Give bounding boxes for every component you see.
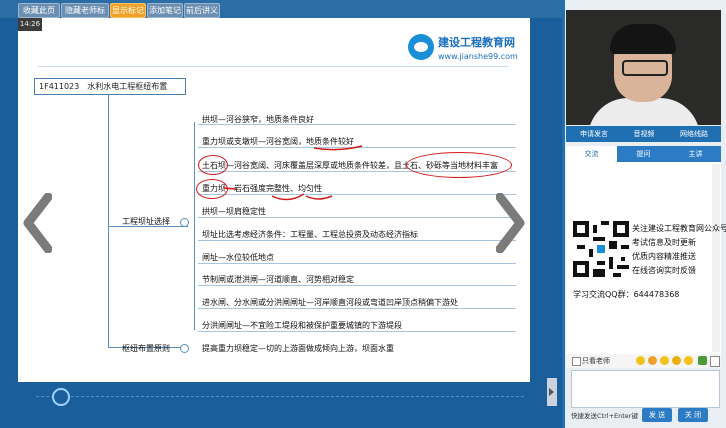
trunk-connector <box>108 95 109 347</box>
qq-group: 学习交流QQ群：644478368 <box>573 290 680 299</box>
slide-canvas: 14:26 建设工程教育网 www.jianshe99.com 1F411023… <box>18 18 530 382</box>
promo-text: 关注建设工程教育网公众号 考试信息及时更新 优质内容精准推送 在线咨询实时反馈 <box>632 222 726 278</box>
flower-icon[interactable] <box>648 356 657 365</box>
branch-layout-principle: 枢纽布置原则 <box>122 344 170 353</box>
show-marks-button[interactable]: 显示标记 <box>110 3 146 18</box>
playback-progress-knob[interactable] <box>52 388 70 406</box>
item-underline <box>198 308 516 309</box>
collapse-layout-icon[interactable] <box>180 344 189 353</box>
prev-slide-arrow-icon[interactable] <box>22 192 53 254</box>
tab-lecturer[interactable]: 主讲 <box>670 146 721 162</box>
item-1: 重力坝或支墩坝—河谷宽阔，地质条件较好 <box>202 137 354 146</box>
picture-icon[interactable] <box>710 356 720 367</box>
teacher-video <box>566 10 721 125</box>
thumbs-up-icon[interactable] <box>660 356 669 365</box>
item-underline <box>198 331 516 332</box>
slide-time: 14:26 <box>18 18 42 31</box>
next-slide-arrow-icon[interactable] <box>495 192 526 254</box>
tab-chat[interactable]: 交流 <box>566 146 617 162</box>
audio-video-button[interactable]: 音视频 <box>620 128 668 140</box>
bookmark-page-button[interactable]: 收藏此页 <box>18 3 60 18</box>
add-note-button[interactable]: 添加笔记 <box>147 3 183 18</box>
promo-line: 优质内容精准推送 <box>632 252 696 261</box>
item-underline <box>198 263 516 264</box>
logo-url: www.jianshe99.com <box>438 52 518 61</box>
toolbar: 收藏此页 隐藏老师标记 显示标记 添加笔记 前后讲义 <box>0 0 562 28</box>
item-underline <box>198 217 516 218</box>
promo-line: 在线咨询实时反馈 <box>632 266 696 275</box>
video-controls: 申请发言 音视频 网络线路 <box>566 126 721 142</box>
ink-circle-local-material <box>406 152 512 178</box>
request-speak-button[interactable]: 申请发言 <box>570 128 618 140</box>
ink-circle-earth-dam <box>198 155 228 175</box>
panel-tabs: 交流 提问 主讲 <box>566 146 721 162</box>
slide-title: 1F411023 水利水电工程枢纽布置 <box>34 78 186 95</box>
send-button[interactable]: 发 送 <box>642 408 672 422</box>
collapse-site-icon[interactable] <box>180 218 189 227</box>
close-button[interactable]: 关 闭 <box>678 408 708 422</box>
item-6: 闸址—水位较低地点 <box>202 253 274 262</box>
only-teacher-checkbox[interactable] <box>572 357 581 366</box>
item-underline <box>198 124 516 125</box>
logo-icon <box>408 34 434 60</box>
playback-progress-track[interactable] <box>36 396 524 399</box>
item-underline <box>198 147 516 148</box>
brand-logo: 建设工程教育网 www.jianshe99.com <box>408 30 528 70</box>
item-9: 分洪闸闸址—不宜险工堤段和被保护重要城镇的下游堤段 <box>202 321 402 330</box>
chat-input[interactable] <box>571 370 720 408</box>
qr-code-icon <box>573 221 629 277</box>
chat-toolbar: 只看老师 <box>566 354 721 368</box>
more-icon[interactable] <box>698 356 707 365</box>
tab-questions[interactable]: 提问 <box>618 146 669 162</box>
send-shortcut-hint: 快捷发送Ctrl+Enter键 <box>571 412 638 420</box>
item-4: 拱坝—坝肩稳定性 <box>202 207 266 216</box>
item-10: 提高重力坝稳定—切的上游面做成倾向上游，坝面水重 <box>202 344 394 353</box>
emoji-icon[interactable] <box>636 356 645 365</box>
network-line-button[interactable]: 网络线路 <box>670 128 718 140</box>
item-8: 进水闸、分水闸或分洪闸闸址—河岸顺直河段或弯道凹岸顶点稍偏下游处 <box>202 298 458 307</box>
site-items-connector <box>194 122 195 330</box>
only-teacher-label: 只看老师 <box>582 357 610 365</box>
video-teacher-hair <box>610 24 676 54</box>
video-teacher-glasses <box>622 60 668 76</box>
hide-teacher-marks-button[interactable]: 隐藏老师标记 <box>61 3 109 28</box>
applause-icon[interactable] <box>672 356 681 365</box>
item-5: 坝址比选考虑经济条件：工程量、工程总投资及动态经济指标 <box>202 230 418 239</box>
item-underline <box>198 240 516 241</box>
smile-icon[interactable] <box>684 356 693 365</box>
ink-circle-gravity-dam <box>196 179 228 199</box>
logo-name: 建设工程教育网 <box>438 36 515 49</box>
promo-line: 关注建设工程教育网公众号 <box>632 224 726 233</box>
handout-nav-button[interactable]: 前后讲义 <box>184 3 220 18</box>
branch-site-selection: 工程坝址选择 <box>122 217 170 226</box>
item-7: 节制闸或泄洪闸—河道顺直、河势相对稳定 <box>202 275 354 284</box>
item-underline <box>198 285 516 286</box>
item-underline <box>198 194 516 195</box>
promo-line: 考试信息及时更新 <box>632 238 696 247</box>
header-divider <box>38 66 508 67</box>
expand-panel-arrow-icon[interactable] <box>547 378 557 406</box>
slide-stage: 14:26 建设工程教育网 www.jianshe99.com 1F411023… <box>0 18 562 428</box>
